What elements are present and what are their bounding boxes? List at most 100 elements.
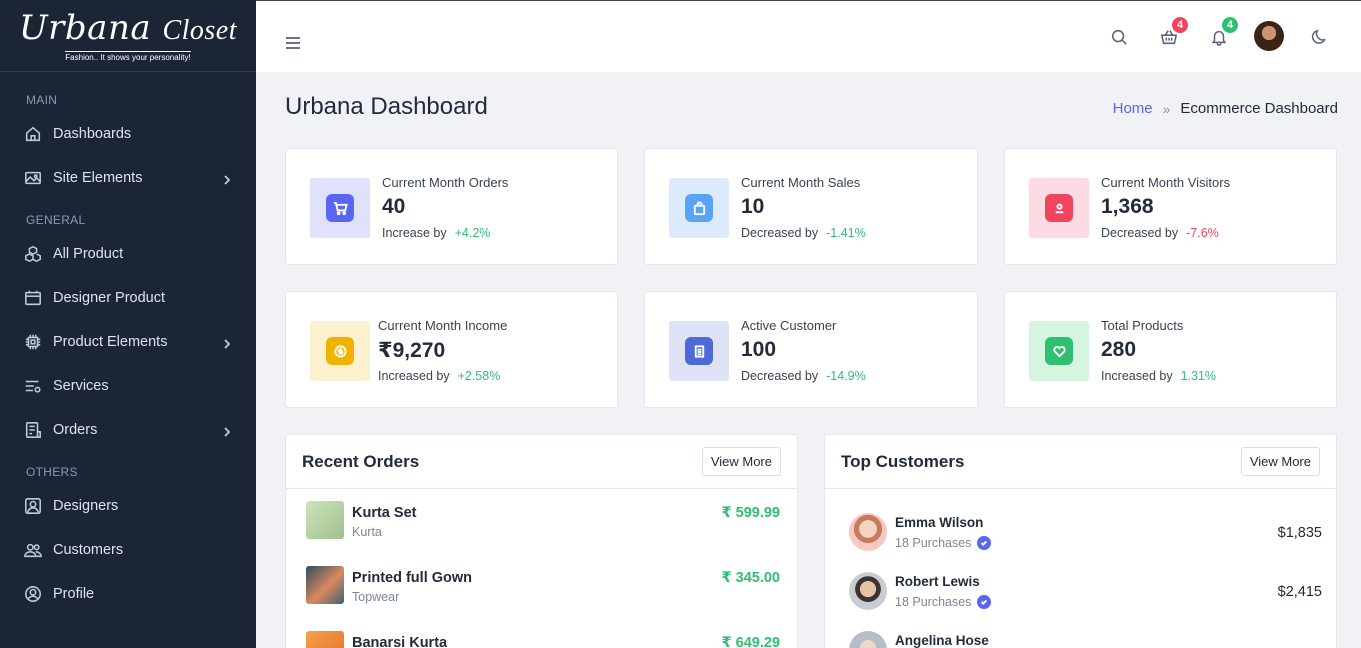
users-icon bbox=[24, 541, 42, 559]
stat-card-income: Current Month Income ₹9,270 Increased by… bbox=[285, 291, 618, 408]
notifications-button[interactable]: 4 bbox=[1208, 15, 1240, 48]
stat-value: ₹9,270 bbox=[378, 339, 446, 362]
view-more-button[interactable]: View More bbox=[701, 447, 781, 476]
chevron-right-icon bbox=[222, 173, 232, 185]
sidebar-item-all-product[interactable]: All Product bbox=[0, 232, 256, 276]
order-product-name: Printed full Gown bbox=[352, 570, 473, 586]
page-title: Urbana Dashboard bbox=[285, 93, 488, 120]
customer-amount: $2,415 bbox=[1277, 584, 1322, 600]
view-more-button[interactable]: View More bbox=[1240, 447, 1320, 476]
order-row[interactable]: Printed full Gown Topwear ₹ 345.00 bbox=[306, 566, 780, 606]
sidebar-item-product-elements[interactable]: Product Elements bbox=[0, 320, 256, 364]
moon-icon bbox=[1311, 29, 1326, 44]
search-icon[interactable] bbox=[1108, 26, 1130, 48]
stat-change-label: Increase by bbox=[382, 226, 447, 240]
customer-row[interactable]: Angelina Hose bbox=[849, 631, 1322, 648]
breadcrumb-home-link[interactable]: Home bbox=[1113, 100, 1153, 117]
section-label-main: MAIN bbox=[26, 93, 58, 107]
sidebar-item-designers[interactable]: Designers bbox=[0, 484, 256, 528]
order-row[interactable]: Banarsi Kurta ₹ 649.29 bbox=[306, 631, 780, 648]
panel-title: Top Customers bbox=[841, 451, 965, 471]
cubes-icon bbox=[24, 245, 42, 263]
customer-avatar bbox=[849, 631, 887, 648]
sidebar-item-site-elements[interactable]: Site Elements bbox=[0, 156, 256, 200]
sidebar-item-label: Orders bbox=[53, 422, 98, 438]
sidebar-item-customers[interactable]: Customers bbox=[0, 528, 256, 572]
dark-mode-toggle[interactable] bbox=[1309, 26, 1331, 48]
section-label-general: GENERAL bbox=[26, 213, 86, 227]
section-label-others: OTHERS bbox=[26, 465, 78, 479]
order-product-category: Topwear bbox=[352, 590, 400, 604]
stat-title: Total Products bbox=[1101, 318, 1184, 333]
sidebar-item-designer-product[interactable]: Designer Product bbox=[0, 276, 256, 320]
brand-logo[interactable]: Urbana Closet Fashion.. It shows your pe… bbox=[0, 0, 256, 72]
store-icon bbox=[24, 289, 42, 307]
stat-title: Current Month Orders bbox=[382, 175, 509, 190]
orders-icon bbox=[24, 421, 42, 439]
cart-button[interactable]: 4 bbox=[1158, 15, 1190, 48]
top-header: 4 4 bbox=[256, 0, 1361, 72]
customer-name: Robert Lewis bbox=[895, 574, 980, 589]
stat-value: 1,368 bbox=[1101, 195, 1154, 218]
sidebar-item-services[interactable]: Services bbox=[0, 364, 256, 408]
sidebar-item-label: Profile bbox=[53, 586, 95, 602]
stat-value: 280 bbox=[1101, 338, 1137, 361]
image-icon bbox=[24, 169, 42, 187]
customer-row[interactable]: Emma Wilson 18 Purchases $1,835 bbox=[849, 513, 1322, 555]
stat-title: Active Customer bbox=[741, 318, 837, 333]
order-price: ₹ 599.99 bbox=[721, 505, 780, 521]
cart-icon bbox=[326, 194, 354, 222]
product-thumbnail bbox=[306, 501, 344, 539]
bag-icon bbox=[685, 194, 713, 222]
profile-icon bbox=[24, 585, 42, 603]
brand-name-script: Closet bbox=[162, 14, 237, 46]
product-thumbnail bbox=[306, 566, 344, 604]
verified-icon bbox=[977, 595, 992, 609]
sidebar-item-dashboards[interactable]: Dashboards bbox=[0, 112, 256, 156]
user-avatar[interactable] bbox=[1254, 21, 1284, 51]
stat-change-label: Increased by bbox=[1101, 369, 1173, 383]
stat-title: Current Month Visitors bbox=[1101, 175, 1231, 190]
stat-change-value: -7.6% bbox=[1186, 226, 1219, 240]
order-product-name: Banarsi Kurta bbox=[352, 635, 448, 648]
order-product-name: Kurta Set bbox=[352, 505, 417, 521]
stat-title: Current Month Sales bbox=[741, 175, 861, 190]
sidebar-item-label: Customers bbox=[53, 542, 124, 558]
sidebar-item-label: All Product bbox=[53, 246, 124, 262]
top-customers-panel: Top Customers View More Emma Wilson 18 P… bbox=[824, 434, 1337, 648]
receipt-icon bbox=[685, 337, 713, 365]
home-icon bbox=[24, 125, 42, 143]
services-icon bbox=[24, 377, 42, 395]
chevron-right-icon bbox=[222, 337, 232, 349]
sidebar-item-label: Dashboards bbox=[53, 126, 132, 142]
stat-value: 40 bbox=[382, 195, 406, 218]
sidebar-item-orders[interactable]: Orders bbox=[0, 408, 256, 452]
visitor-icon bbox=[1045, 194, 1073, 222]
customer-name: Angelina Hose bbox=[895, 633, 989, 648]
stat-change-label: Increased by bbox=[378, 369, 450, 383]
stat-card-active-customer: Active Customer 100 Decreased by -14.9% bbox=[644, 291, 978, 408]
stat-change-value: +4.2% bbox=[454, 226, 491, 240]
sidebar-item-label: Product Elements bbox=[53, 334, 168, 350]
order-row[interactable]: Kurta Set Kurta ₹ 599.99 bbox=[306, 501, 780, 541]
customer-row[interactable]: Robert Lewis 18 Purchases $2,415 bbox=[849, 572, 1322, 614]
stat-title: Current Month Income bbox=[378, 318, 508, 333]
recent-orders-panel: Recent Orders View More Kurta Set Kurta … bbox=[285, 434, 798, 648]
stat-card-orders: Current Month Orders 40 Increase by +4.2% bbox=[285, 148, 618, 265]
order-product-category: Kurta bbox=[352, 525, 382, 539]
sidebar-item-label: Site Elements bbox=[53, 170, 143, 186]
sidebar-item-label: Services bbox=[53, 378, 109, 394]
stat-value: 100 bbox=[741, 338, 777, 361]
stat-change-value: -14.9% bbox=[826, 369, 866, 383]
brand-tagline: Fashion.. It shows your personality! bbox=[65, 50, 191, 62]
breadcrumb: Home » Ecommerce Dashboard bbox=[1113, 100, 1338, 117]
breadcrumb-separator: » bbox=[1162, 100, 1171, 117]
sidebar-item-profile[interactable]: Profile bbox=[0, 572, 256, 616]
stat-change-value: +2.58% bbox=[457, 369, 501, 383]
panel-title: Recent Orders bbox=[302, 451, 420, 471]
sidebar: Urbana Closet Fashion.. It shows your pe… bbox=[0, 0, 256, 648]
stat-change-value: 1.31% bbox=[1180, 369, 1217, 383]
cart-count-badge: 4 bbox=[1170, 15, 1190, 35]
sidebar-item-label: Designer Product bbox=[53, 290, 166, 306]
hamburger-menu-icon[interactable] bbox=[286, 37, 300, 49]
